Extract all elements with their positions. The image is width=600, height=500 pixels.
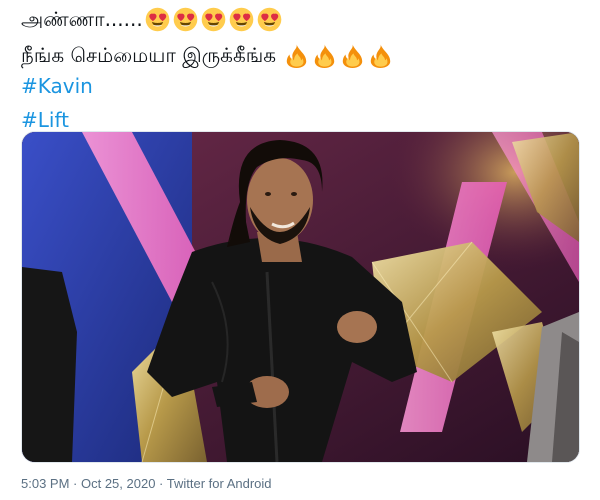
tweet-date-link[interactable]: Oct 25, 2020 — [81, 476, 155, 491]
heart-eyes-emoji-icon — [229, 7, 254, 32]
fire-emoji-icon — [284, 43, 309, 68]
fire-emoji-icon — [368, 43, 393, 68]
tweet-line-2: நீங்க செம்மையா இருக்கீங்க — [21, 40, 581, 70]
stage-photo-image — [22, 132, 579, 462]
tweet-media-photo[interactable] — [21, 131, 580, 463]
heart-eyes-emoji-row — [145, 7, 285, 32]
fire-emoji-icon — [312, 43, 337, 68]
heart-eyes-emoji-icon — [145, 7, 170, 32]
tweet-metadata: 5:03 PM · Oct 25, 2020 · Twitter for And… — [21, 476, 272, 491]
heart-eyes-emoji-icon — [257, 7, 282, 32]
fire-emoji-icon — [340, 43, 365, 68]
heart-eyes-emoji-icon — [201, 7, 226, 32]
tweet-text: அண்ணா...... நீங்க செம்மையா இருக்கீங்க #K… — [21, 4, 581, 133]
tweet-source-link[interactable]: Twitter for Android — [167, 476, 272, 491]
hashtag-kavin-link[interactable]: #Kavin — [21, 73, 581, 99]
tweet-line-2-text: நீங்க செம்மையா இருக்கீங்க — [21, 43, 277, 67]
meta-separator: · — [155, 476, 167, 491]
tweet-line-1: அண்ணா...... — [21, 4, 581, 34]
fire-emoji-row — [284, 43, 396, 68]
tweet-time-link[interactable]: 5:03 PM — [21, 476, 69, 491]
heart-eyes-emoji-icon — [173, 7, 198, 32]
hashtag-lift-link[interactable]: #Lift — [21, 107, 581, 133]
meta-separator: · — [69, 476, 81, 491]
tweet-line-1-text: அண்ணா...... — [21, 7, 143, 31]
